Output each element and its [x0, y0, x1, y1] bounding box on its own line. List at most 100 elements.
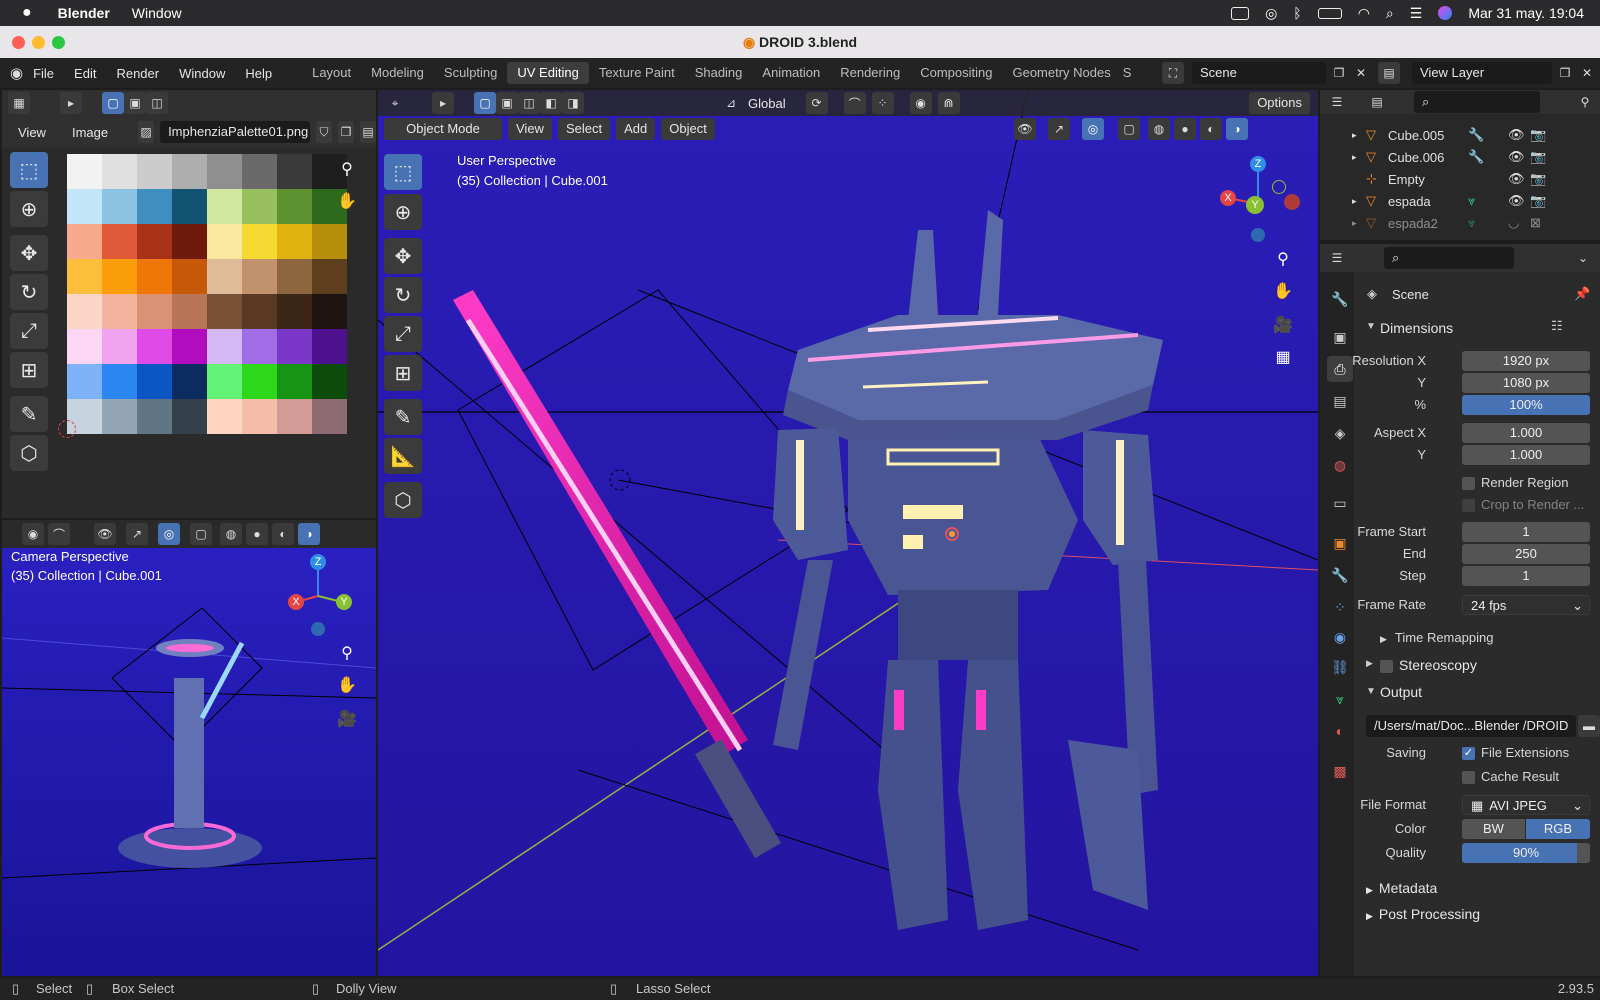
viewport-gizmo-neg-z[interactable]	[1251, 228, 1265, 242]
menu-edit[interactable]: Edit	[64, 66, 106, 81]
move-tool[interactable]: ✥	[10, 235, 48, 271]
camera-icon[interactable]: 📷	[1530, 193, 1546, 209]
falloff-icon[interactable]: ⌒	[48, 523, 70, 545]
eye-icon[interactable]: 👁	[1508, 149, 1530, 165]
viewport-gizmo-z[interactable]: Z	[1250, 156, 1266, 172]
viewport-gizmo-y[interactable]: Y	[1246, 196, 1264, 214]
panel-dimensions-chevron[interactable]: ▼	[1366, 321, 1376, 332]
window-menu[interactable]: Window	[132, 5, 182, 21]
tab-material-icon[interactable]: ◐	[1327, 718, 1353, 744]
viewport-cursor-tool[interactable]: ⊕	[384, 194, 422, 230]
tab-constraints-icon[interactable]: ⛓	[1327, 654, 1353, 680]
viewport-gizmo-icon[interactable]: ↗	[1048, 118, 1070, 140]
tab-uv-editing[interactable]: UV Editing	[507, 62, 589, 84]
camera-icon[interactable]: 📷	[1530, 149, 1546, 165]
viewport-gizmo-neg-y[interactable]	[1272, 180, 1286, 194]
folder-browse-icon[interactable]: ▬	[1578, 715, 1600, 737]
mesh-data-icon[interactable]: ⩔	[1468, 193, 1508, 209]
time-remapping-subpanel[interactable]: ▶ Time Remapping	[1380, 630, 1493, 645]
solid-icon[interactable]: ●	[246, 523, 268, 545]
viewport-pan-icon[interactable]: ✋	[1270, 278, 1296, 304]
viewport-zoom-icon[interactable]: ⚲	[1270, 246, 1296, 272]
panel-dimensions-header[interactable]: Dimensions	[1380, 320, 1453, 336]
panel-output-header[interactable]: Output	[1380, 684, 1422, 700]
outliner-filter-icon[interactable]: ⚲	[1574, 91, 1596, 113]
menu-view[interactable]: View	[8, 125, 56, 140]
remove-view-layer-icon[interactable]: ✕	[1576, 62, 1598, 84]
outliner-display-mode-icon[interactable]: ▤	[1366, 91, 1388, 113]
shading-solid-icon[interactable]: ◉	[22, 523, 44, 545]
rendered-icon[interactable]: ◑	[298, 523, 320, 545]
tab-texture-paint[interactable]: Texture Paint	[589, 62, 685, 84]
blender-logo-icon[interactable]: ◉	[10, 64, 23, 82]
viewport-solid-icon[interactable]: ●	[1174, 118, 1196, 140]
cache-result-checkbox[interactable]: Cache Result	[1462, 769, 1559, 785]
wifi-icon[interactable]: ◠	[1358, 5, 1370, 22]
menu-image[interactable]: Image	[62, 125, 118, 140]
menu-help[interactable]: Help	[235, 66, 282, 81]
snap-target-icon[interactable]: ⁘	[871, 92, 894, 114]
crop-to-render-checkbox[interactable]: Crop to Render ...	[1462, 497, 1584, 513]
panel-stereoscopy-chevron[interactable]: ▶	[1366, 658, 1373, 669]
panel-output-chevron[interactable]: ▼	[1366, 686, 1376, 697]
mesh-data-icon[interactable]: ⩔	[1468, 215, 1508, 231]
pivot-icon[interactable]: ⟳	[805, 92, 828, 114]
quality-slider[interactable]: 90%	[1462, 843, 1590, 863]
rotate-tool[interactable]: ↻	[10, 274, 48, 310]
viewport-select-invert-icon[interactable]: ◧	[540, 92, 562, 114]
minimize-window-button[interactable]	[32, 36, 45, 49]
tab-data-icon[interactable]: ⩔	[1327, 686, 1353, 712]
viewport-ortho-icon[interactable]: ▦	[1270, 344, 1296, 370]
select-mode-new-icon[interactable]: ▢	[102, 92, 124, 114]
menu-window[interactable]: Window	[169, 66, 235, 81]
aspect-x-field[interactable]: 1.000	[1462, 423, 1590, 443]
editor-type-icon[interactable]: ▦	[8, 92, 30, 114]
render-region-checkbox[interactable]: Render Region	[1462, 475, 1568, 491]
file-format-dropdown[interactable]: ▦ AVI JPEG ⌄	[1462, 795, 1590, 815]
select-tool-icon[interactable]: ▸	[60, 92, 82, 114]
tab-layout[interactable]: Layout	[302, 62, 361, 84]
camera-zoom-icon[interactable]: ⚲	[334, 640, 360, 666]
viewport-editor-type-icon[interactable]: ⌖	[384, 92, 406, 114]
tab-scripting[interactable]: S	[1121, 62, 1134, 84]
new-scene-icon[interactable]: ❐	[1328, 62, 1350, 84]
viewport-transform-tool[interactable]: ⊞	[384, 355, 422, 391]
image-browse-icon[interactable]: ▨	[138, 121, 155, 143]
gizmo-neg-z[interactable]	[311, 622, 325, 636]
menu-render[interactable]: Render	[106, 66, 169, 81]
apple-icon[interactable]: ●	[22, 4, 32, 22]
cube-tool[interactable]: ⬡	[10, 435, 48, 471]
gizmo-icon[interactable]: ↗	[126, 523, 148, 545]
scale-tool[interactable]: ⤢	[10, 313, 48, 349]
camera-icon[interactable]: 📷	[1530, 171, 1546, 187]
viewport-select-new-icon[interactable]: ▢	[474, 92, 496, 114]
view-layer-field[interactable]: View Layer	[1412, 62, 1552, 84]
outliner-item[interactable]: ▸ ▽ espada2 ⩔ ◡ ⊠	[1300, 212, 1600, 234]
gizmo-x[interactable]: X	[288, 594, 304, 610]
viewport-menu-view[interactable]: View	[508, 118, 552, 140]
viewport-scale-tool[interactable]: ⤢	[384, 316, 422, 352]
color-bw-button[interactable]: BW	[1462, 819, 1525, 839]
output-path-field[interactable]: /Users/mat/Doc...Blender /DROID	[1366, 715, 1576, 737]
outliner-item[interactable]: ▸ ▽ Cube.006 🔧 👁 📷	[1300, 146, 1600, 168]
stereoscopy-checkbox[interactable]: Stereoscopy	[1380, 657, 1477, 674]
bluetooth-icon[interactable]: ᛒ	[1293, 5, 1301, 21]
eye-hidden-icon[interactable]: ◡	[1508, 215, 1530, 231]
viewport-menu-add[interactable]: Add	[616, 118, 656, 140]
viewport-camera-icon[interactable]: 🎥	[1270, 312, 1296, 338]
overlay-icon[interactable]: ◎	[158, 523, 180, 545]
cursor-tool[interactable]: ⊕	[10, 191, 48, 227]
fake-user-icon[interactable]: ⛉	[316, 121, 333, 143]
viewport-select-box-tool[interactable]: ⬚	[384, 154, 422, 190]
zoom-window-button[interactable]	[52, 36, 65, 49]
scene-selector-icon[interactable]: ⛶	[1162, 62, 1184, 84]
proportional-icon[interactable]: ◉	[909, 92, 932, 114]
viewport-gizmo-x[interactable]: X	[1220, 190, 1236, 206]
siri-icon[interactable]	[1438, 6, 1453, 20]
tab-physics-icon[interactable]: ◉	[1327, 624, 1353, 650]
modifier-icon[interactable]: 🔧	[1468, 149, 1508, 165]
tab-rendering[interactable]: Rendering	[830, 62, 910, 84]
viewport-rendered-icon[interactable]: ◑	[1226, 118, 1248, 140]
new-image-icon[interactable]: ❐	[338, 121, 354, 143]
viewport-visibility-icon[interactable]: 👁	[1014, 118, 1036, 140]
